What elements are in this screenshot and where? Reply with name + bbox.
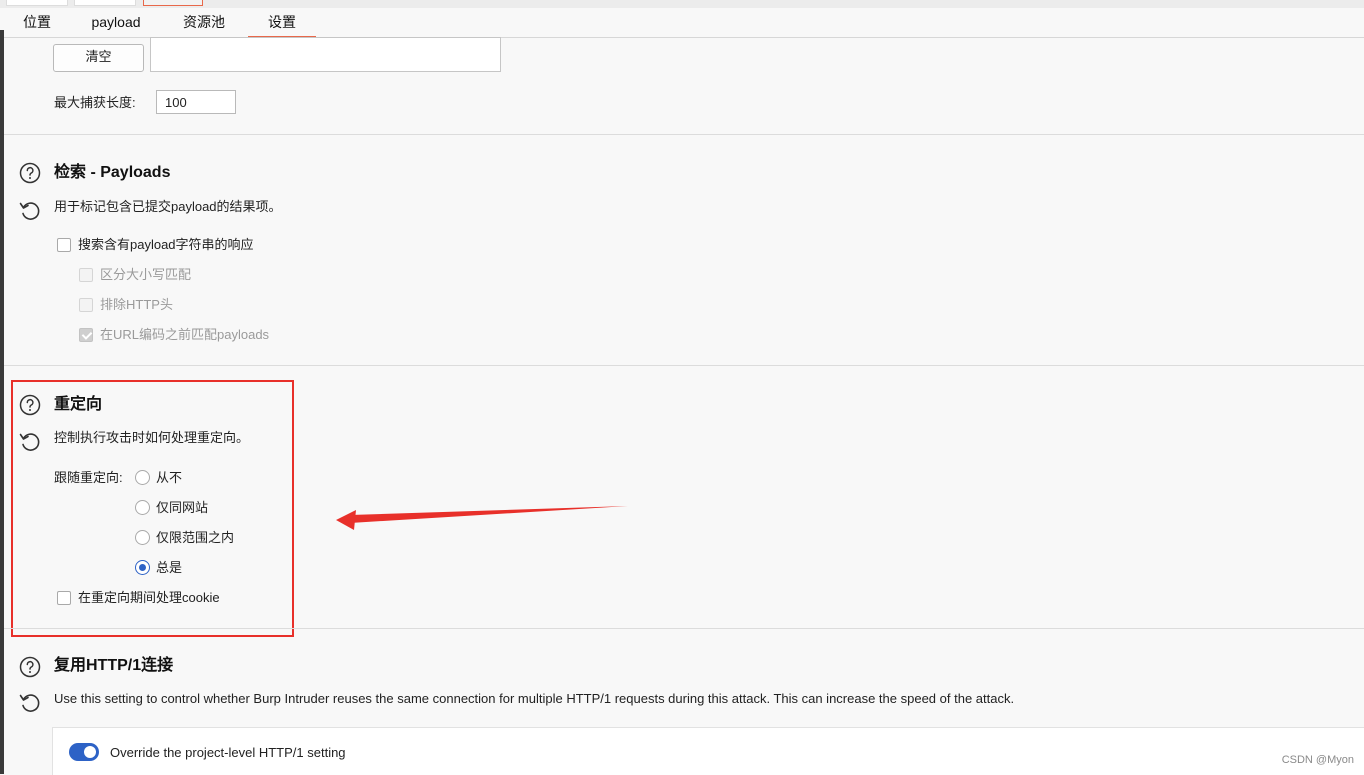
override-toggle[interactable] xyxy=(69,743,99,761)
section-divider xyxy=(4,134,1364,135)
max-capture-length-input[interactable]: 100 xyxy=(156,90,236,114)
tab-positions[interactable]: 位置 xyxy=(12,8,62,37)
exclude-headers-label: 排除HTTP头 xyxy=(100,297,173,312)
reset-icon[interactable] xyxy=(18,690,42,714)
tab-payloads[interactable]: payload xyxy=(82,8,150,37)
search-payload-checkbox[interactable] xyxy=(57,238,71,252)
tab-resource-pool[interactable]: 资源池 xyxy=(174,8,234,37)
search-payload-label: 搜索含有payload字符串的响应 xyxy=(78,237,254,252)
window-left-edge xyxy=(0,30,4,774)
tab-settings[interactable]: 设置 xyxy=(248,8,316,38)
help-circle-icon[interactable] xyxy=(18,655,42,679)
http1-reuse-title: 复用HTTP/1连接 xyxy=(54,657,174,674)
help-circle-icon[interactable] xyxy=(18,161,42,185)
upper-tab-stub[interactable] xyxy=(74,0,136,6)
watermark: CSDN @Myon⁠ xyxy=(1281,754,1354,766)
case-sensitive-label: 区分大小写匹配 xyxy=(100,267,192,282)
annotation-highlight-box xyxy=(11,380,294,637)
match-before-url-encoding-label: 在URL编码之前匹配payloads xyxy=(100,327,270,342)
reset-icon[interactable] xyxy=(18,198,42,222)
match-before-url-encoding-checkbox[interactable] xyxy=(79,328,93,342)
grep-payloads-description: 用于标记包含已提交payload的结果项。 xyxy=(54,199,282,214)
upper-tab-stub[interactable] xyxy=(6,0,68,6)
section-divider xyxy=(4,628,1364,629)
upper-tab-stub-active[interactable] xyxy=(143,0,203,6)
max-capture-label: 最大捕获长度: xyxy=(54,95,136,110)
section-divider xyxy=(4,365,1364,366)
clear-button[interactable]: 清空 xyxy=(53,44,144,72)
top-tab-strip xyxy=(0,0,1364,8)
http1-reuse-description: Use this setting to control whether Burp… xyxy=(54,691,1015,706)
exclude-headers-checkbox[interactable] xyxy=(79,298,93,312)
override-label: Override the project-level HTTP/1 settin… xyxy=(110,745,346,760)
grep-payloads-title: 检索 - Payloads xyxy=(54,164,171,181)
extract-items-list[interactable] xyxy=(150,37,501,72)
tab-bar: 位置 payload 资源池 设置 xyxy=(4,8,1364,38)
case-sensitive-checkbox[interactable] xyxy=(79,268,93,282)
